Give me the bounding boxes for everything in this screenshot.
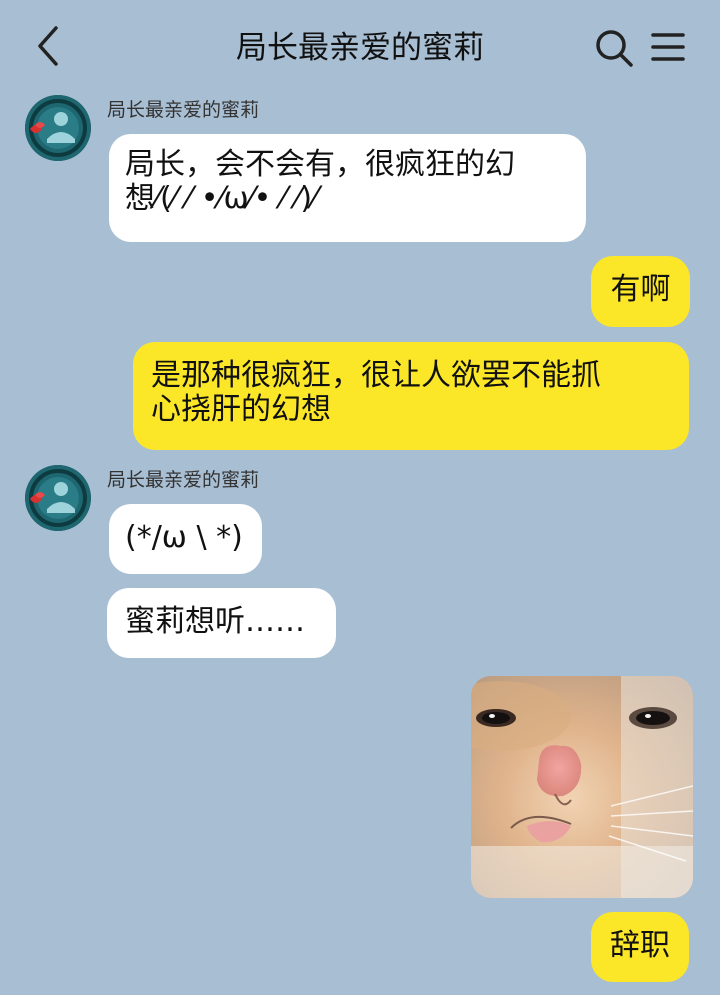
sender-name: 局长最亲爱的蜜莉 [107,469,260,491]
message-bubble[interactable]: 辞职 [591,912,689,982]
message-line: 心挠肝的幻想 [151,392,331,427]
message-bubble[interactable]: 局长，会不会有，很疯狂的幻 想⁄(⁄ ⁄ •⁄ω⁄• ⁄ ⁄)⁄ [109,134,586,242]
message-text: 辞职 [610,928,670,963]
avatar[interactable] [25,465,91,531]
chat-header: 局长最亲爱的蜜莉 [0,0,720,92]
cat-face-sticker[interactable] [471,676,693,898]
menu-icon [651,33,685,61]
message-line: 想⁄(⁄ ⁄ •⁄ω⁄• ⁄ ⁄)⁄ [125,181,318,216]
message-text: 有啊 [610,272,671,307]
message-bubble[interactable]: 是那种很疯狂，很让人欲罢不能抓 心挠肝的幻想 [133,342,689,450]
search-icon [596,30,633,67]
message-text: 蜜莉想听…… [125,604,305,639]
avatar-image [25,95,91,161]
message-text: (*/ω \ *) [125,520,243,555]
cat-face-image [471,676,693,898]
message-line: 是那种很疯狂，很让人欲罢不能抓 [151,358,601,393]
message-bubble[interactable]: 蜜莉想听…… [107,588,336,658]
menu-button[interactable] [650,30,686,64]
message-bubble[interactable]: (*/ω \ *) [109,504,262,574]
avatar[interactable] [25,95,91,161]
sender-name: 局长最亲爱的蜜莉 [107,99,260,121]
chat-title: 局长最亲爱的蜜莉 [236,30,484,66]
back-button[interactable] [30,22,70,70]
search-button[interactable] [594,28,634,68]
message-line: 局长，会不会有，很疯狂的幻 [125,147,515,182]
avatar-image [25,465,91,531]
chevron-left-icon [38,26,58,66]
message-bubble[interactable]: 有啊 [591,256,690,327]
